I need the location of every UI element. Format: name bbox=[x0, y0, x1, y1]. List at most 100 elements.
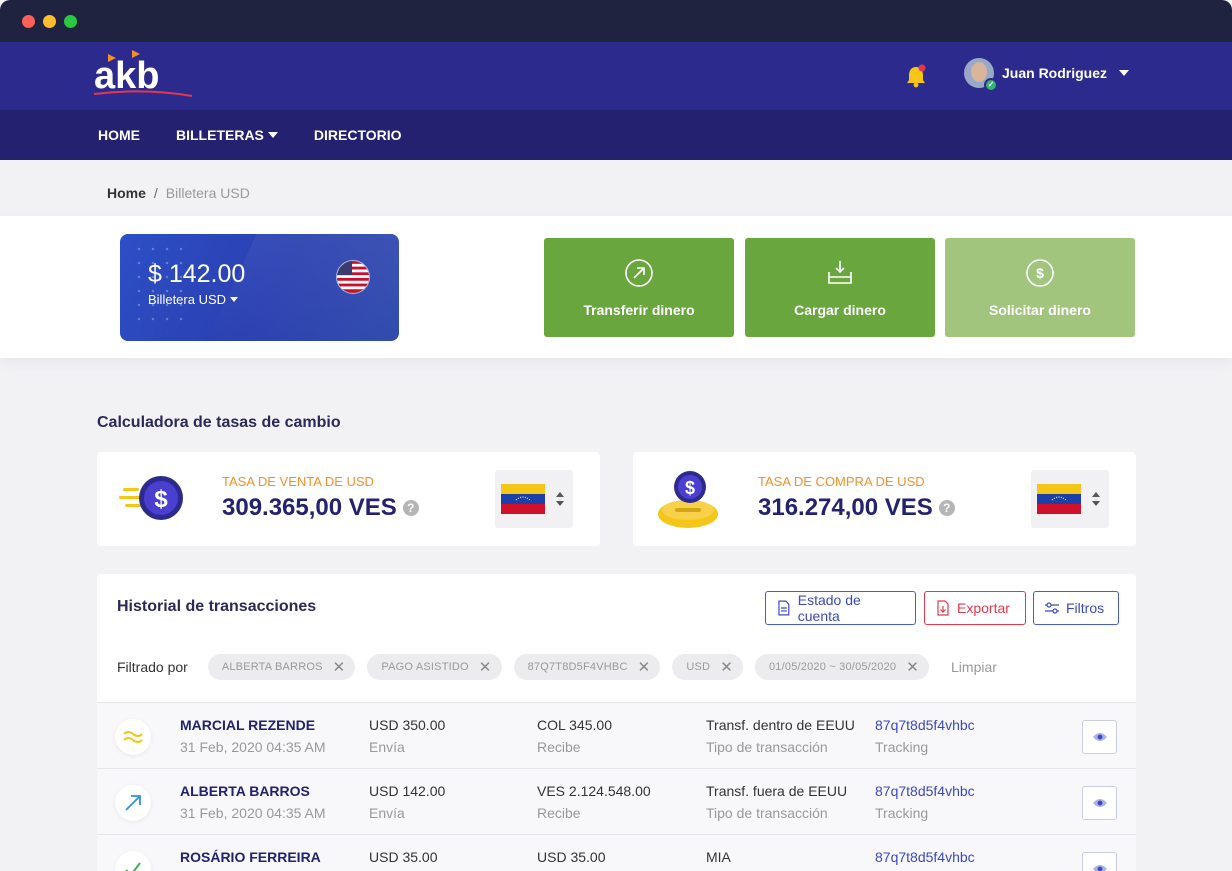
venezuela-flag-icon bbox=[501, 484, 545, 514]
wallet-balance: $ 142.00 bbox=[148, 260, 246, 288]
transactions-panel: Historial de transacciones Estado de cue… bbox=[97, 574, 1136, 871]
filter-chip[interactable]: 87Q7T8D5F4VHBC ✕ bbox=[513, 654, 661, 680]
nav-billeteras-label: BILLETERAS bbox=[176, 127, 264, 143]
row-sent-label: Envía bbox=[369, 739, 405, 755]
request-money-button[interactable]: $ Solicitar dinero bbox=[945, 238, 1135, 337]
account-statement-label: Estado de cuenta bbox=[797, 592, 861, 624]
akb-logo[interactable]: akb bbox=[94, 50, 204, 100]
sort-arrows-icon bbox=[556, 492, 564, 506]
buy-currency-select[interactable] bbox=[1031, 470, 1109, 528]
filter-chip[interactable]: 01/05/2020 ~ 30/05/2020 ✕ bbox=[754, 654, 930, 680]
row-date: 31 Feb, 2020 04:35 AM bbox=[180, 739, 326, 755]
nav-directorio[interactable]: DIRECTORIO bbox=[314, 127, 402, 143]
close-window-button[interactable] bbox=[22, 14, 35, 28]
filter-chip-label: PAGO ASISTIDO bbox=[381, 661, 469, 673]
close-icon[interactable]: ✕ bbox=[333, 658, 346, 676]
sell-currency-select[interactable] bbox=[495, 470, 573, 528]
buy-rate-amount: 316.274,00 VES bbox=[758, 494, 933, 521]
table-row[interactable]: MARCIAL REZENDE 31 Feb, 2020 04:35 AM USD… bbox=[97, 702, 1136, 768]
request-money-label: Solicitar dinero bbox=[989, 301, 1091, 318]
view-details-button[interactable] bbox=[1082, 852, 1117, 871]
row-tracking[interactable]: 87q7t8d5f4vhbc bbox=[875, 781, 975, 801]
chevron-down-icon bbox=[1119, 70, 1130, 76]
breadcrumb-home[interactable]: Home bbox=[107, 185, 146, 201]
wallet-selector[interactable]: Billetera USD bbox=[148, 292, 239, 307]
filters-label: Filtros bbox=[1066, 600, 1105, 616]
help-icon[interactable]: ? bbox=[402, 500, 419, 516]
row-received: USD 35.00 bbox=[537, 849, 606, 865]
us-flag-icon bbox=[336, 260, 370, 294]
wallet-card[interactable]: $ 142.00 Billetera USD bbox=[120, 234, 399, 341]
row-date: 31 Feb, 2020 04:35 AM bbox=[180, 805, 326, 821]
sell-rate-label: TASA DE VENTA DE USD bbox=[222, 474, 374, 489]
row-tracking[interactable]: 87q7t8d5f4vhbc bbox=[875, 715, 975, 735]
breadcrumb: Home / Billetera USD bbox=[107, 185, 250, 201]
filter-chip[interactable]: PAGO ASISTIDO ✕ bbox=[367, 654, 502, 680]
view-details-button[interactable] bbox=[1082, 720, 1117, 754]
sort-arrows-icon bbox=[1092, 492, 1100, 506]
breadcrumb-separator: / bbox=[153, 185, 158, 201]
document-icon bbox=[778, 600, 790, 616]
table-row[interactable]: ROSÁRIO FERREIRA USD 35.00 USD 35.00 MIA… bbox=[97, 834, 1136, 871]
row-type-label: Tipo de transacción bbox=[706, 805, 828, 821]
eye-icon bbox=[1092, 733, 1107, 741]
dollar-circle-icon: $ bbox=[1026, 258, 1054, 287]
filters-button[interactable]: Filtros bbox=[1033, 591, 1119, 625]
app-window: akb ✓ Juan Rodriguez HOME BILLETERAS DIR… bbox=[0, 0, 1232, 871]
close-icon[interactable]: ✕ bbox=[638, 658, 651, 676]
wallet-name: Billetera USD bbox=[148, 292, 227, 307]
table-row[interactable]: ALBERTA BARROS 31 Feb, 2020 04:35 AM USD … bbox=[97, 768, 1136, 834]
svg-text:$: $ bbox=[154, 486, 168, 513]
row-type: MIA bbox=[706, 849, 731, 865]
row-received: VES 2.124.548.00 bbox=[537, 783, 651, 799]
nav-billeteras[interactable]: BILLETERAS bbox=[176, 127, 278, 143]
main-nav: HOME BILLETERAS DIRECTORIO bbox=[0, 110, 1232, 160]
sell-rate-value: 309.365,00 VES ? bbox=[222, 494, 419, 522]
transfer-money-button[interactable]: Transferir dinero bbox=[544, 238, 734, 337]
nav-home[interactable]: HOME bbox=[98, 127, 140, 143]
row-sent: USD 142.00 bbox=[369, 783, 446, 799]
online-check-icon: ✓ bbox=[984, 78, 998, 92]
close-icon[interactable]: ✕ bbox=[479, 658, 492, 676]
clear-filters-link[interactable]: Limpiar bbox=[951, 659, 997, 675]
active-filters: Filtrado por ALBERTA BARROS ✕ PAGO ASISTI… bbox=[117, 654, 997, 680]
close-icon[interactable]: ✕ bbox=[720, 658, 733, 676]
account-statement-button[interactable]: Estado de cuenta bbox=[765, 591, 916, 625]
close-icon[interactable]: ✕ bbox=[906, 658, 919, 676]
minimize-window-button[interactable] bbox=[43, 14, 56, 28]
user-name: Juan Rodriguez bbox=[1002, 65, 1108, 81]
notification-bell-icon[interactable] bbox=[905, 64, 927, 88]
help-icon[interactable]: ? bbox=[938, 500, 955, 516]
row-name: ROSÁRIO FERREIRA bbox=[180, 849, 321, 865]
row-name: MARCIAL REZENDE bbox=[180, 717, 316, 733]
dollar-coin-deposit-icon: $ bbox=[658, 471, 718, 528]
dollar-coin-fast-icon: $ bbox=[119, 476, 183, 520]
top-header: akb ✓ Juan Rodriguez bbox=[0, 42, 1232, 110]
load-money-label: Cargar dinero bbox=[794, 301, 886, 318]
filter-chip-label: USD bbox=[686, 661, 711, 673]
svg-text:$: $ bbox=[685, 478, 695, 498]
filter-chip[interactable]: ALBERTA BARROS ✕ bbox=[207, 654, 356, 680]
arrow-up-right-circle-icon bbox=[625, 258, 653, 287]
filter-chip[interactable]: USD ✕ bbox=[672, 654, 743, 680]
eye-icon bbox=[1092, 799, 1107, 807]
export-label: Exportar bbox=[957, 600, 1010, 616]
check-icon bbox=[115, 851, 151, 871]
buy-rate-value: 316.274,00 VES ? bbox=[758, 494, 955, 522]
maximize-window-button[interactable] bbox=[64, 14, 77, 28]
load-money-button[interactable]: Cargar dinero bbox=[745, 238, 935, 337]
buy-rate-label: TASA DE COMPRA DE USD bbox=[758, 474, 925, 489]
row-received-label: Recibe bbox=[537, 805, 581, 821]
user-menu[interactable]: ✓ Juan Rodriguez bbox=[964, 58, 1130, 92]
sell-rate-card: $ TASA DE VENTA DE USD 309.365,00 VES ? bbox=[97, 452, 600, 546]
chevron-down-icon bbox=[267, 132, 278, 138]
view-details-button[interactable] bbox=[1082, 786, 1117, 820]
row-received-label: Recibe bbox=[537, 739, 581, 755]
arrow-up-right-icon bbox=[115, 785, 151, 821]
sell-rate-amount: 309.365,00 VES bbox=[222, 494, 397, 521]
row-tracking[interactable]: 87q7t8d5f4vhbc bbox=[875, 847, 975, 867]
filtered-by-label: Filtrado por bbox=[117, 659, 188, 675]
user-avatar: ✓ bbox=[964, 58, 998, 92]
export-button[interactable]: Exportar bbox=[924, 591, 1026, 625]
transactions-title: Historial de transacciones bbox=[117, 598, 317, 615]
